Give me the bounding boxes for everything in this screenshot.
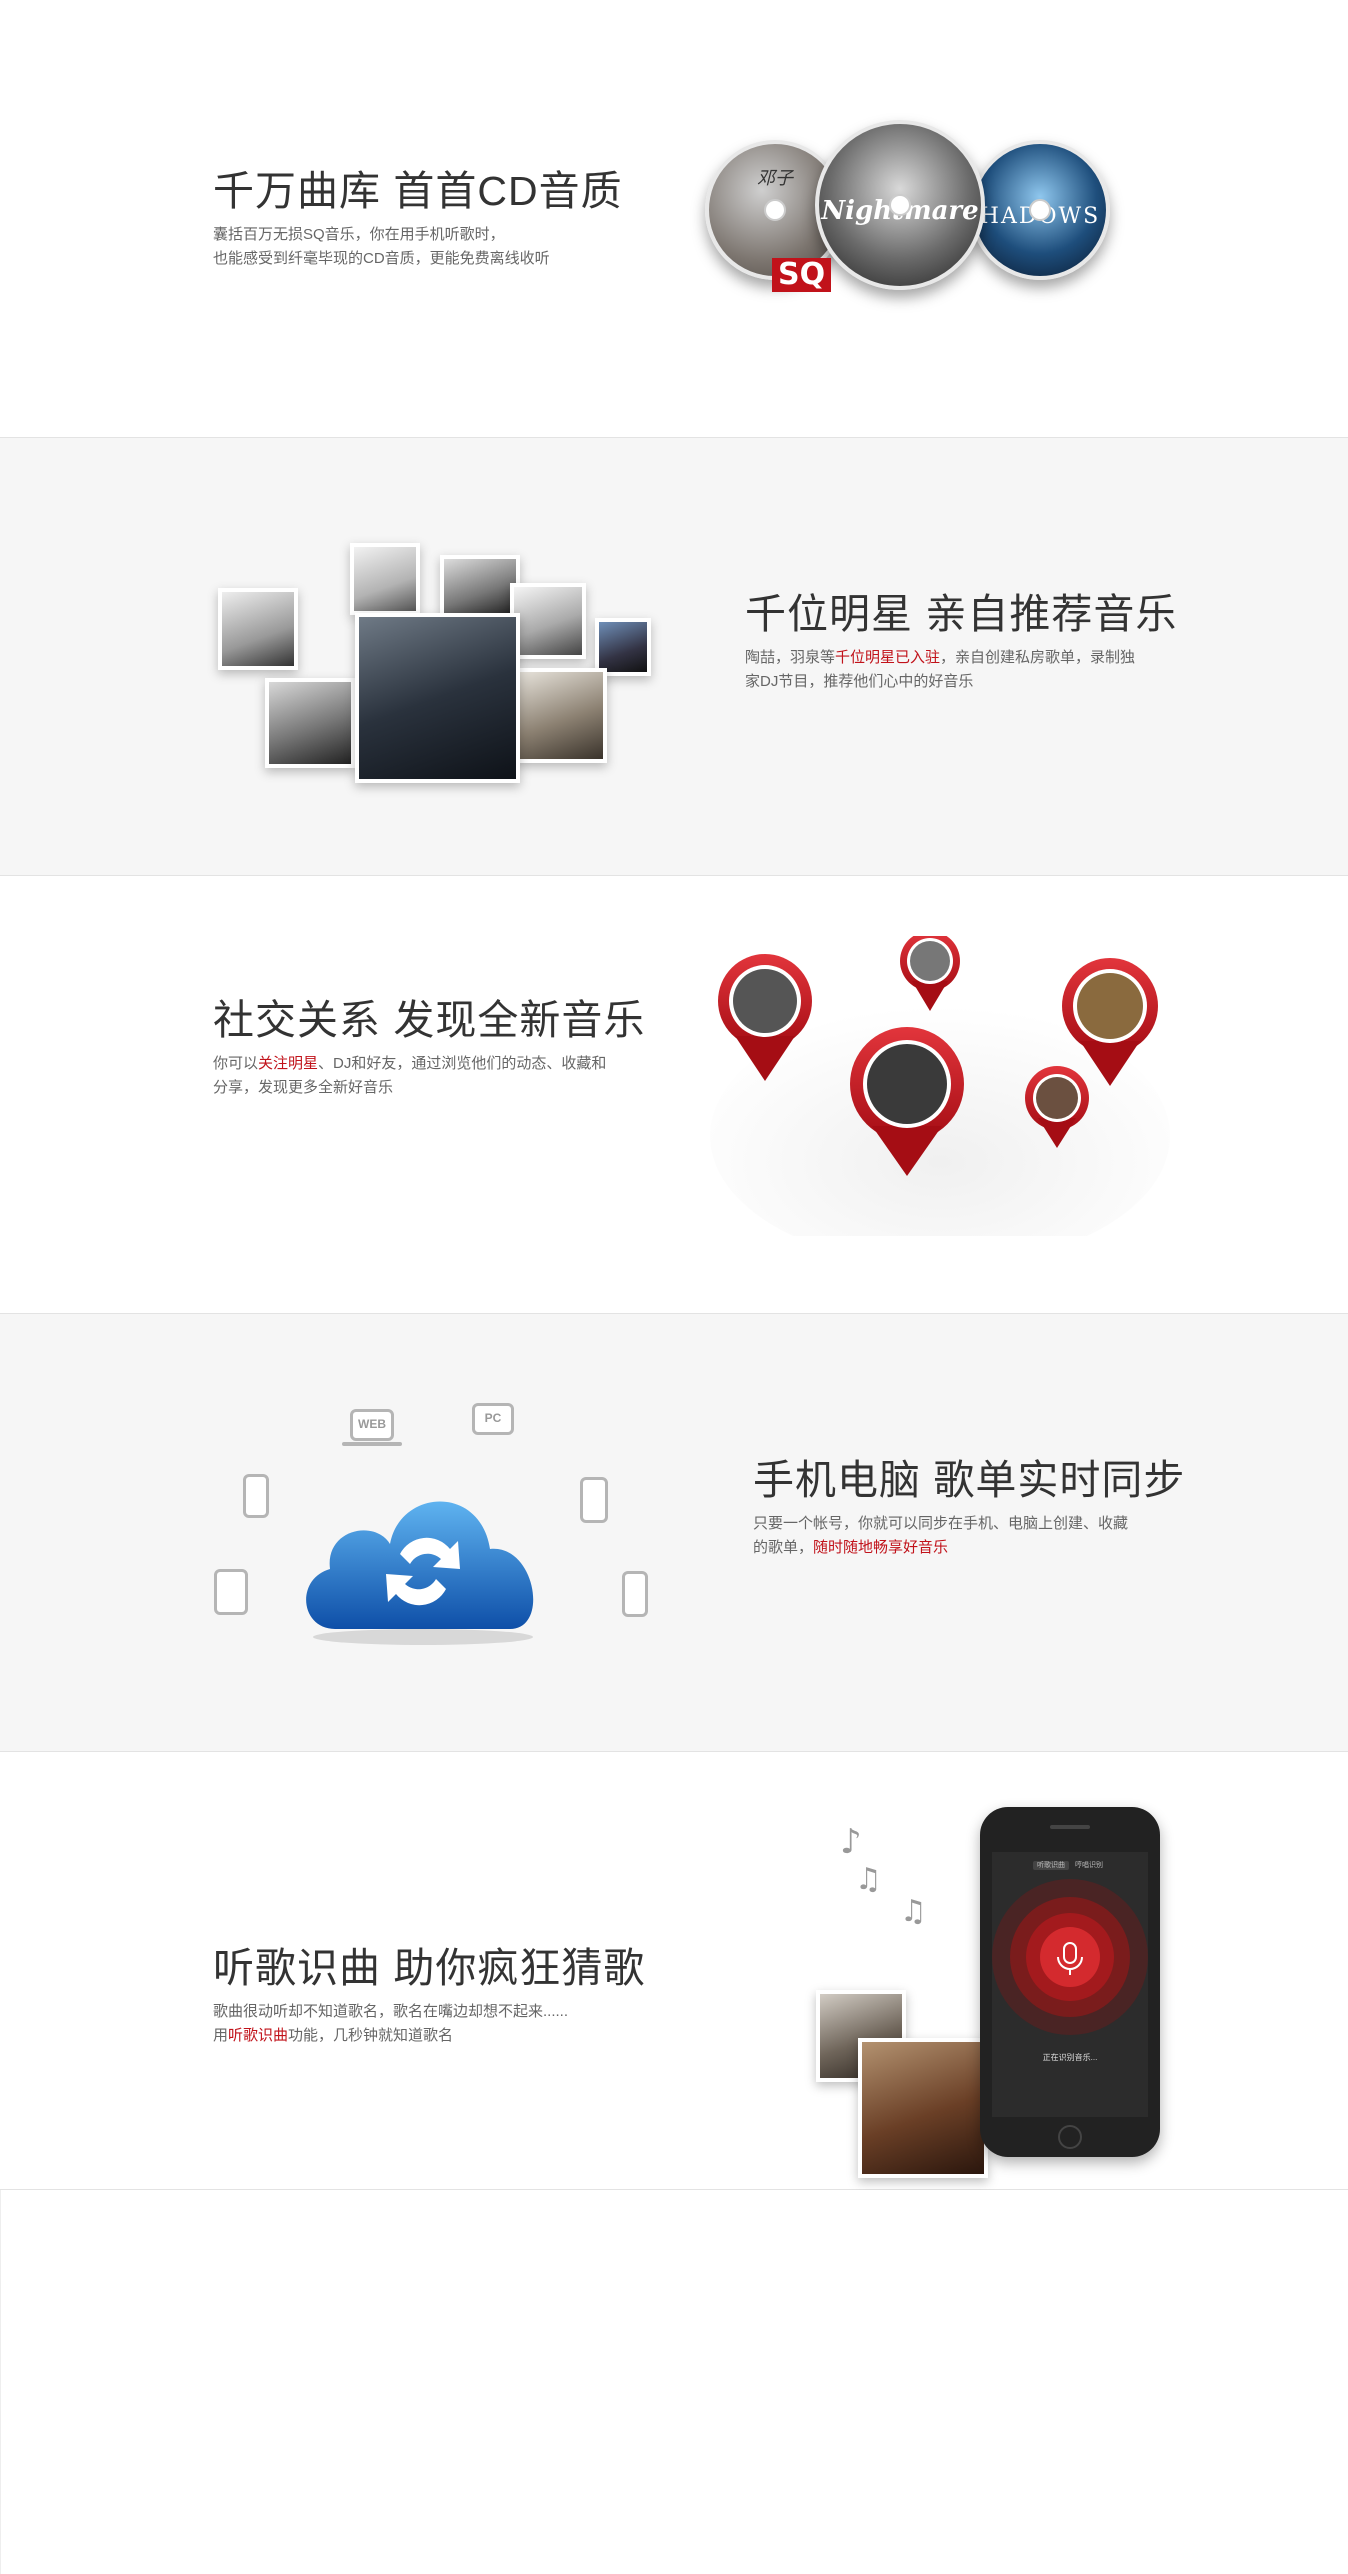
cloud-sync-illustration: WEB PC: [210, 1403, 670, 1689]
feature-description: 只要一个帐号，你就可以同步在手机、电脑上创建、收藏 的歌单，随时随地畅享好音乐: [753, 1512, 1185, 1560]
song-recognition-illustration: ♪ ♫ ♫ 听歌识曲 哼唱识别 正在识别音乐...: [810, 1802, 1170, 2178]
cloud-sync-icon: [306, 1501, 534, 1645]
pc-label: PC: [484, 1411, 502, 1425]
feature-section-sync: WEB PC 手机电脑 歌单实时同步 只要一个帐号，你就可以同步在手机、电脑上创…: [0, 1314, 1348, 1752]
page-footer-blank: [0, 2190, 1348, 2574]
phone-screen: 听歌识曲 哼唱识别 正在识别音乐...: [992, 1852, 1148, 2117]
star-photo: [515, 668, 607, 763]
desc-text: 的歌单，: [753, 1539, 814, 1556]
desc-text: 用: [213, 2027, 229, 2044]
star-photo: [265, 678, 355, 768]
feature-section-social: 社交关系 发现全新音乐 你可以关注明星、DJ和好友，通过浏览他们的动态、收藏和 …: [0, 876, 1348, 1314]
desc-highlight: 听歌识曲: [228, 2027, 289, 2044]
feature-title: 社交关系 发现全新音乐: [213, 997, 646, 1043]
album-disc-center: Nightmare: [815, 120, 985, 290]
desc-line: 囊括百万无损SQ音乐，你在用手机听歌时，: [213, 226, 505, 243]
phone-outline-icon: [622, 1571, 648, 1617]
android-phone-icon: [243, 1474, 269, 1518]
desc-line: 陶喆，羽泉等千位明星已入驻，亲自创建私房歌单，录制独: [745, 646, 1177, 670]
sq-badge: SQ: [772, 258, 832, 292]
feature-section-cd-quality: 千万曲库 首首CD音质 囊括百万无损SQ音乐，你在用手机听歌时， 也能感受到纤毫…: [0, 0, 1348, 438]
ipad-icon: [214, 1569, 248, 1615]
feature-title: 手机电脑 歌单实时同步: [753, 1457, 1186, 1503]
desc-line: 只要一个帐号，你就可以同步在手机、电脑上创建、收藏: [753, 1515, 1129, 1532]
feature-text: 千万曲库 首首CD音质 囊括百万无损SQ音乐，你在用手机听歌时， 也能感受到纤毫…: [213, 165, 623, 271]
desc-line: 家DJ节目，推荐他们心中的好音乐: [745, 673, 974, 690]
desc-text: 你可以: [213, 1055, 259, 1072]
feature-description: 歌曲很动听却不知道歌名，歌名在嘴边却想不起来...... 用听歌识曲功能，几秒钟…: [213, 2000, 645, 2048]
music-note-icon: ♪: [840, 1822, 862, 1862]
desc-highlight: 随时随地畅享好音乐: [813, 1539, 949, 1556]
desc-text: ，亲自创建私房歌单，录制独: [940, 649, 1136, 666]
feature-description: 囊括百万无损SQ音乐，你在用手机听歌时， 也能感受到纤毫毕现的CD音质，更能免费…: [213, 223, 623, 271]
iphone-icon: [580, 1477, 608, 1523]
web-label: WEB: [358, 1417, 386, 1431]
feature-text: 手机电脑 歌单实时同步 只要一个帐号，你就可以同步在手机、电脑上创建、收藏 的歌…: [753, 1454, 1185, 1560]
phone-mockup: 听歌识曲 哼唱识别 正在识别音乐...: [980, 1807, 1160, 2157]
map-pin: [900, 936, 960, 1011]
star-photo: [510, 583, 586, 659]
feature-section-song-recognition: 听歌识曲 助你疯狂猜歌 歌曲很动听却不知道歌名，歌名在嘴边却想不起来......…: [0, 1752, 1348, 2190]
star-photo: [440, 555, 520, 617]
desc-line: 分享，发现更多全新好音乐: [213, 1079, 394, 1096]
phone-home-button: [1058, 2125, 1082, 2149]
tab-song-recognition[interactable]: 听歌识曲: [1033, 1861, 1070, 1870]
album-photo-front: [858, 2038, 988, 2178]
recognition-tabs: 听歌识曲 哼唱识别: [992, 1860, 1148, 1870]
star-photos-collage: [210, 543, 670, 793]
feature-title: 听歌识曲 助你疯狂猜歌: [213, 1945, 646, 1991]
desc-line: 的歌单，随时随地畅享好音乐: [753, 1536, 1185, 1560]
feature-section-star-recommend: 千位明星 亲自推荐音乐 陶喆，羽泉等千位明星已入驻，亲自创建私房歌单，录制独 家…: [0, 438, 1348, 876]
disc-hole: [1029, 199, 1051, 221]
music-note-icon: ♫: [900, 1894, 927, 1929]
map-pins-illustration: [710, 936, 1170, 1236]
feature-title: 千万曲库 首首CD音质: [213, 168, 623, 214]
star-photo: [218, 588, 298, 670]
disc-hole: [889, 194, 911, 216]
feature-description: 陶喆，羽泉等千位明星已入驻，亲自创建私房歌单，录制独 家DJ节目，推荐他们心中的…: [745, 646, 1177, 694]
desc-text: 、DJ和好友，通过浏览他们的动态、收藏和: [318, 1055, 607, 1072]
feature-description: 你可以关注明星、DJ和好友，通过浏览他们的动态、收藏和 分享，发现更多全新好音乐: [213, 1052, 645, 1100]
desc-line: 用听歌识曲功能，几秒钟就知道歌名: [213, 2024, 645, 2048]
album-disc-right: HADOWS: [970, 140, 1110, 280]
laptop-base: [342, 1442, 402, 1446]
desc-line: 歌曲很动听却不知道歌名，歌名在嘴边却想不起来......: [213, 2003, 569, 2020]
listening-status: 正在识别音乐...: [1042, 2053, 1098, 2062]
tab-hum-recognition[interactable]: 哼唱识别: [1071, 1861, 1107, 1870]
star-photo-main: [355, 613, 520, 783]
feature-text: 千位明星 亲自推荐音乐 陶喆，羽泉等千位明星已入驻，亲自创建私房歌单，录制独 家…: [745, 588, 1177, 694]
desc-text: 陶喆，羽泉等: [745, 649, 836, 666]
recognition-button[interactable]: [992, 1877, 1148, 2037]
music-note-icon: ♫: [855, 1862, 882, 1897]
disc-hole: [764, 199, 786, 221]
phone-speaker: [1050, 1825, 1090, 1829]
desc-highlight: 关注明星: [258, 1055, 319, 1072]
desc-highlight: 千位明星已入驻: [835, 649, 941, 666]
feature-text: 听歌识曲 助你疯狂猜歌 歌曲很动听却不知道歌名，歌名在嘴边却想不起来......…: [213, 1942, 645, 2048]
feature-text: 社交关系 发现全新音乐 你可以关注明星、DJ和好友，通过浏览他们的动态、收藏和 …: [213, 994, 645, 1100]
star-photo: [350, 543, 420, 615]
cd-discs-illustration: 邓子 HADOWS Nightmare SQ: [700, 120, 1120, 310]
desc-line: 你可以关注明星、DJ和好友，通过浏览他们的动态、收藏和: [213, 1052, 645, 1076]
desc-line: 也能感受到纤毫毕现的CD音质，更能免费离线收听: [213, 250, 550, 267]
desc-text: 功能，几秒钟就知道歌名: [288, 2027, 454, 2044]
feature-title: 千位明星 亲自推荐音乐: [745, 591, 1178, 637]
